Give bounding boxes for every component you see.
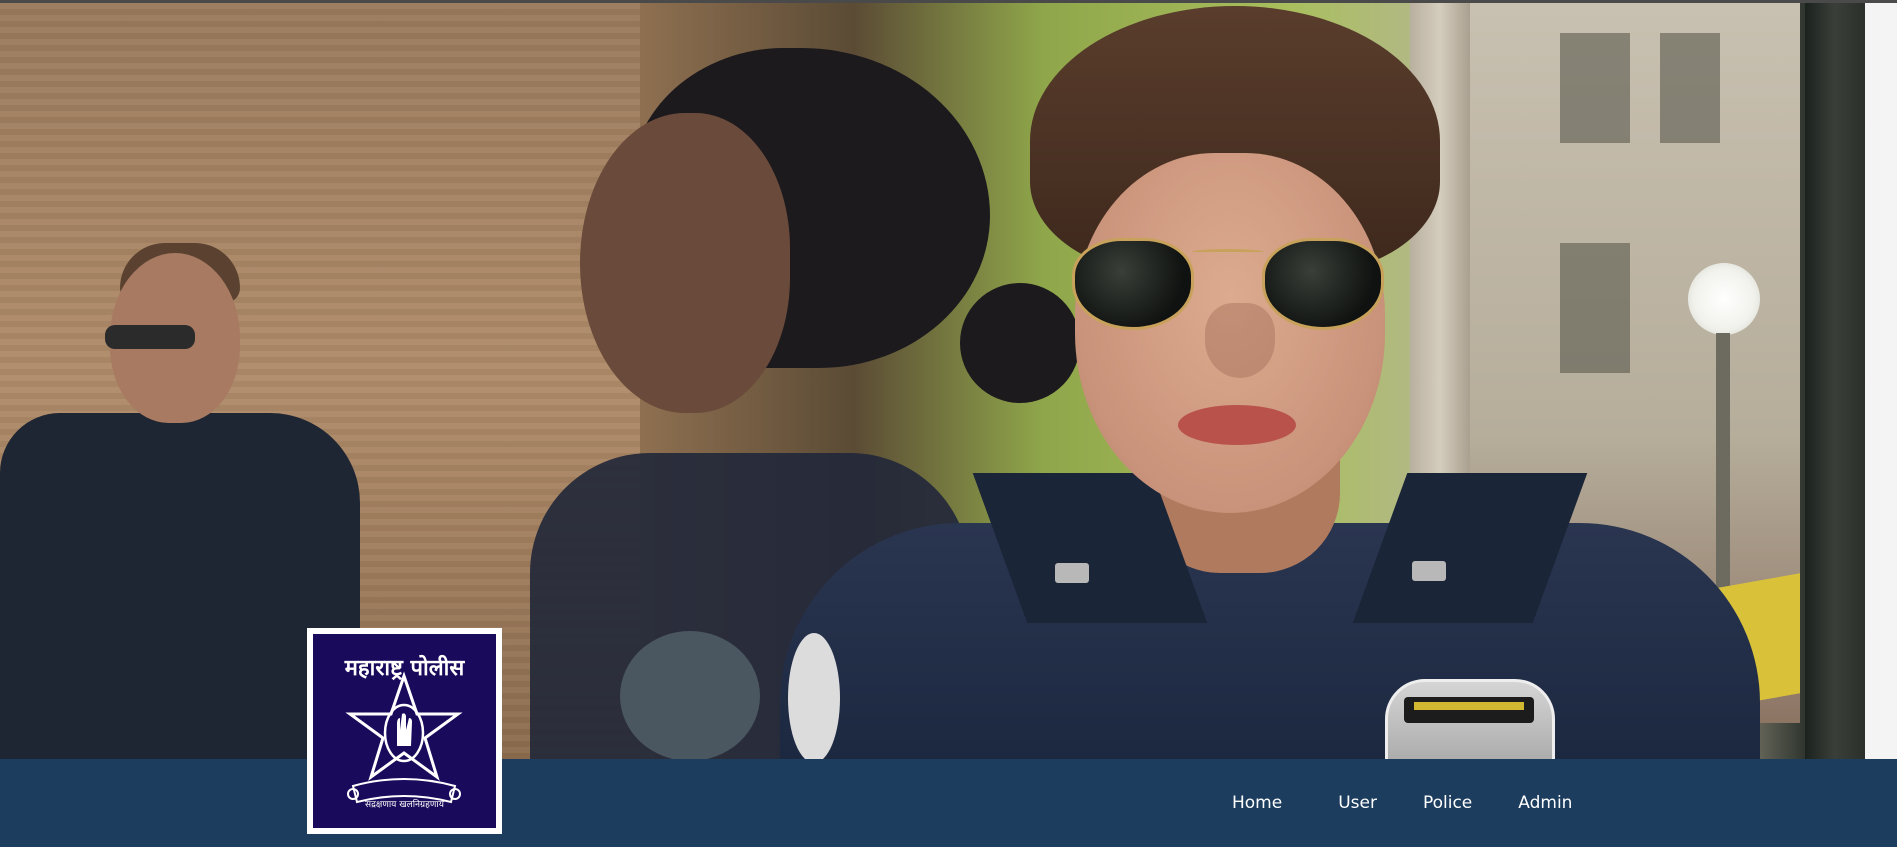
sunglasses-bridge xyxy=(1192,249,1264,255)
maharashtra-police-logo[interactable]: महाराष्ट्र पोलीस सद्रक्षणाय खलनिग्रहणाय xyxy=(307,628,502,834)
hero-banner xyxy=(0,3,1897,759)
badge-label xyxy=(1404,697,1534,723)
logo-emblem: महाराष्ट्र पोलीस सद्रक्षणाय खलनिग्रहणाय xyxy=(311,632,498,830)
nav-home-link[interactable]: Home xyxy=(1232,793,1282,813)
nav-user-link[interactable]: User xyxy=(1338,793,1377,813)
building-window xyxy=(1560,243,1630,373)
officer-lips xyxy=(1178,405,1296,445)
sunglasses-lens-right xyxy=(1262,238,1384,330)
top-border xyxy=(0,0,1897,3)
sunglasses-lens-left xyxy=(1072,238,1194,330)
officer-nose xyxy=(1205,303,1275,378)
shoulder-patch xyxy=(788,633,840,759)
building-window xyxy=(1660,33,1720,143)
second-officer-head xyxy=(580,113,790,413)
collar-pin-left xyxy=(1055,563,1089,583)
building-window xyxy=(1560,33,1630,143)
background-officer-body xyxy=(0,413,360,759)
second-officer-bun xyxy=(960,283,1080,403)
nav-police-link[interactable]: Police xyxy=(1423,793,1472,813)
background-officer-sunglasses xyxy=(105,325,195,349)
collar-pin-right xyxy=(1412,561,1446,581)
logo-motto: सद्रक्षणाय खलनिग्रहणाय xyxy=(365,800,444,810)
nav-menu: Home User Police Admin xyxy=(1216,759,1572,847)
nav-admin-link[interactable]: Admin xyxy=(1518,793,1572,813)
second-officer-patch xyxy=(620,631,760,759)
photo-frame-edge xyxy=(1805,3,1865,759)
logo-title: महाराष्ट्र पोलीस xyxy=(344,656,465,681)
navbar: Home User Police Admin xyxy=(0,759,1897,847)
street-lamp xyxy=(1688,263,1760,335)
photo-frame-white xyxy=(1865,3,1897,759)
